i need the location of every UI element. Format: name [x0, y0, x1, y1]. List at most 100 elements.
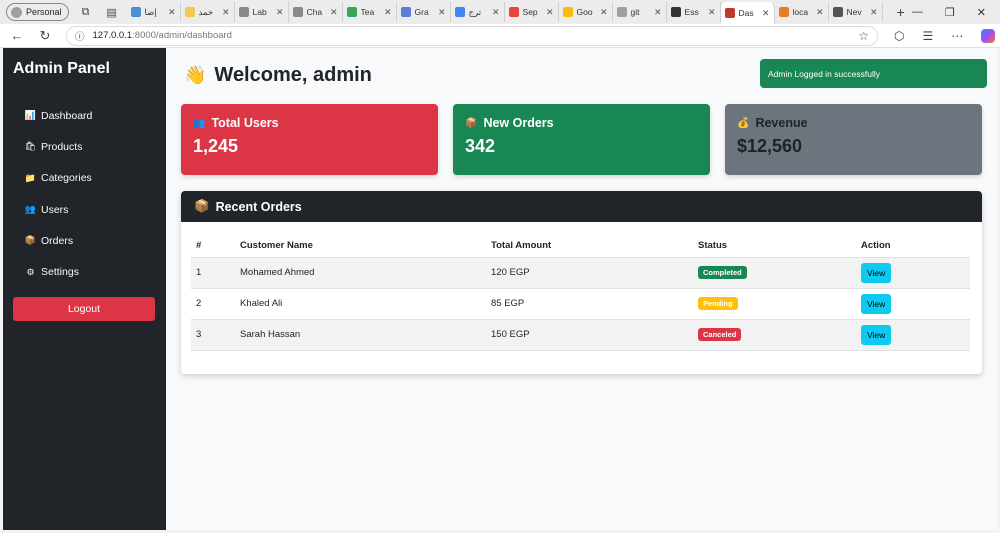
- tab-favicon-icon: [292, 7, 303, 17]
- browser-tab[interactable]: Cha ✕: [289, 2, 343, 22]
- tab-close-icon[interactable]: ✕: [330, 7, 338, 18]
- main-content: 👋 Welcome, admin Admin Logged in success…: [166, 48, 997, 530]
- browser-tab[interactable]: Nev ✕: [829, 2, 883, 22]
- sidebar-item-dashboard[interactable]: 📊 Dashboard: [25, 100, 92, 131]
- tab-close-icon[interactable]: ✕: [654, 7, 662, 18]
- tab-title: git: [630, 7, 640, 17]
- page-title: 👋 Welcome, admin: [184, 64, 372, 87]
- browser-tab[interactable]: git ✕: [613, 2, 667, 22]
- window-controls: — ❐ ✕: [912, 6, 986, 19]
- sidebar-item-settings[interactable]: ⚙ Settings: [25, 256, 92, 287]
- total-amount: 150 EGP: [486, 319, 693, 351]
- browser-tab[interactable]: خمد ✕: [181, 2, 235, 22]
- minimize-icon[interactable]: —: [912, 6, 923, 19]
- address-bar: ← ↻ ⓘ 127.0.0.1:8000/admin/dashboard ☆ ⬡…: [0, 24, 1000, 48]
- stat-card-new-orders: 📦 New Orders 342: [453, 104, 710, 175]
- stat-label: New Orders: [483, 116, 554, 130]
- back-icon[interactable]: ←: [6, 28, 28, 43]
- browser-tab[interactable]: Ess ✕: [667, 2, 721, 22]
- site-info-icon[interactable]: ⓘ: [75, 29, 85, 43]
- browser-tab[interactable]: Lab ✕: [235, 2, 289, 22]
- favorites-icon[interactable]: ☰: [922, 29, 933, 43]
- sidebar-item-label: Dashboard: [41, 109, 93, 122]
- success-toast: Admin Logged in successfully: [760, 59, 987, 88]
- reload-icon[interactable]: ↻: [34, 28, 56, 44]
- tab-favicon-icon: [724, 8, 735, 18]
- url-text: 127.0.0.1:8000/admin/dashboard: [92, 30, 232, 41]
- copilot-icon[interactable]: [981, 28, 996, 43]
- new-tab-button[interactable]: +: [891, 4, 911, 20]
- browser-tab[interactable]: Das ✕: [720, 2, 775, 24]
- tab-title: Lab: [252, 7, 267, 17]
- tab-title: Gra: [414, 7, 429, 17]
- tab-close-icon[interactable]: ✕: [222, 7, 230, 18]
- tab-title: Cha: [306, 7, 323, 17]
- close-window-icon[interactable]: ✕: [977, 6, 986, 19]
- sidebar-item-label: Users: [41, 203, 69, 216]
- browser-tab[interactable]: Tea ✕: [343, 2, 397, 22]
- browser-tab[interactable]: Goo ✕: [559, 2, 613, 22]
- view-order-button[interactable]: View: [861, 262, 892, 283]
- package-icon: 📦: [465, 117, 478, 129]
- tab-close-icon[interactable]: ✕: [492, 7, 500, 18]
- customer-name: Mohamed Ahmed: [235, 257, 486, 289]
- tab-close-icon[interactable]: ✕: [438, 7, 446, 18]
- sidebar-item-label: Categories: [41, 172, 92, 185]
- profile-button[interactable]: Personal: [6, 3, 69, 21]
- tab-favicon-icon: [238, 7, 249, 17]
- tab-close-icon[interactable]: ✕: [816, 7, 824, 18]
- tab-close-icon[interactable]: ✕: [600, 7, 608, 18]
- tab-close-icon[interactable]: ✕: [276, 7, 284, 18]
- welcome-text: Welcome, admin: [214, 64, 372, 86]
- sidebar-nav: 📊 Dashboard 🛍 Products 📁 Categories 👥 Users …: [25, 100, 93, 288]
- tab-close-icon[interactable]: ✕: [384, 7, 392, 18]
- tab-close-icon[interactable]: ✕: [546, 7, 554, 18]
- stat-label: Revenue: [755, 116, 808, 130]
- browser-tab[interactable]: Gra ✕: [397, 2, 451, 22]
- logout-button[interactable]: Logout: [13, 297, 155, 321]
- profile-avatar-icon: [11, 6, 22, 18]
- sidebar-item-users[interactable]: 👥 Users: [25, 194, 92, 225]
- status-badge: Pending: [698, 297, 738, 310]
- dashboard-icon: 📊: [24, 110, 37, 121]
- maximize-icon[interactable]: ❐: [945, 6, 955, 19]
- column-header: #: [191, 235, 235, 258]
- recent-orders-panel: 📦 Recent Orders # Customer Name Total Am…: [181, 191, 982, 374]
- money-bag-icon: 💰: [737, 117, 750, 129]
- browser-tab[interactable]: إضا ✕: [127, 2, 181, 22]
- page-viewport: Admin Panel 📊 Dashboard 🛍 Products 📁 Catego…: [3, 48, 997, 530]
- browser-tab[interactable]: ترج ✕: [451, 2, 505, 22]
- tab-title: ترج: [468, 6, 482, 17]
- customer-name: Khaled Ali: [235, 288, 486, 320]
- tab-close-icon[interactable]: ✕: [870, 7, 878, 18]
- tab-close-icon[interactable]: ✕: [168, 7, 176, 18]
- view-order-button[interactable]: View: [861, 293, 892, 314]
- browser-tab[interactable]: Sep ✕: [505, 2, 559, 22]
- tab-title: Tea: [360, 7, 375, 17]
- order-id: 1: [191, 257, 235, 289]
- package-icon: 📦: [194, 199, 210, 213]
- table-row: 2 Khaled Ali 85 EGP Pending View: [191, 288, 970, 320]
- view-order-button[interactable]: View: [861, 324, 892, 345]
- extensions-icon[interactable]: ⬡: [894, 29, 904, 43]
- tab-title: Nev: [846, 7, 862, 17]
- browser-tab-strip: Personal ⧉ ▤ إضا ✕ خمد ✕ Lab ✕ Cha ✕ Tea ✕ Gra ✕ ترج…: [0, 0, 1000, 24]
- tab-title: Sep: [522, 7, 538, 17]
- sidebar-brand: Admin Panel: [13, 60, 110, 77]
- browser-tab[interactable]: loca ✕: [775, 2, 829, 22]
- tab-close-icon[interactable]: ✕: [708, 7, 716, 18]
- waving-hand-icon: 👋: [184, 65, 207, 85]
- tab-close-icon[interactable]: ✕: [762, 8, 770, 19]
- tab-favicon-icon: [508, 7, 519, 17]
- tab-favicon-icon: [184, 7, 195, 17]
- more-options-icon[interactable]: ⋯: [951, 29, 963, 43]
- workspaces-icon[interactable]: ⧉: [77, 3, 95, 21]
- sidebar-item-categories[interactable]: 📁 Categories: [25, 163, 92, 194]
- url-field[interactable]: ⓘ 127.0.0.1:8000/admin/dashboard ☆: [66, 25, 878, 46]
- tab-actions-icon[interactable]: ▤: [103, 3, 121, 21]
- sidebar-item-products[interactable]: 🛍 Products: [25, 131, 92, 162]
- package-icon: 📦: [24, 235, 37, 246]
- sidebar-item-orders[interactable]: 📦 Orders: [25, 225, 92, 256]
- favorite-star-icon[interactable]: ☆: [858, 29, 869, 43]
- tab-favicon-icon: [454, 7, 465, 17]
